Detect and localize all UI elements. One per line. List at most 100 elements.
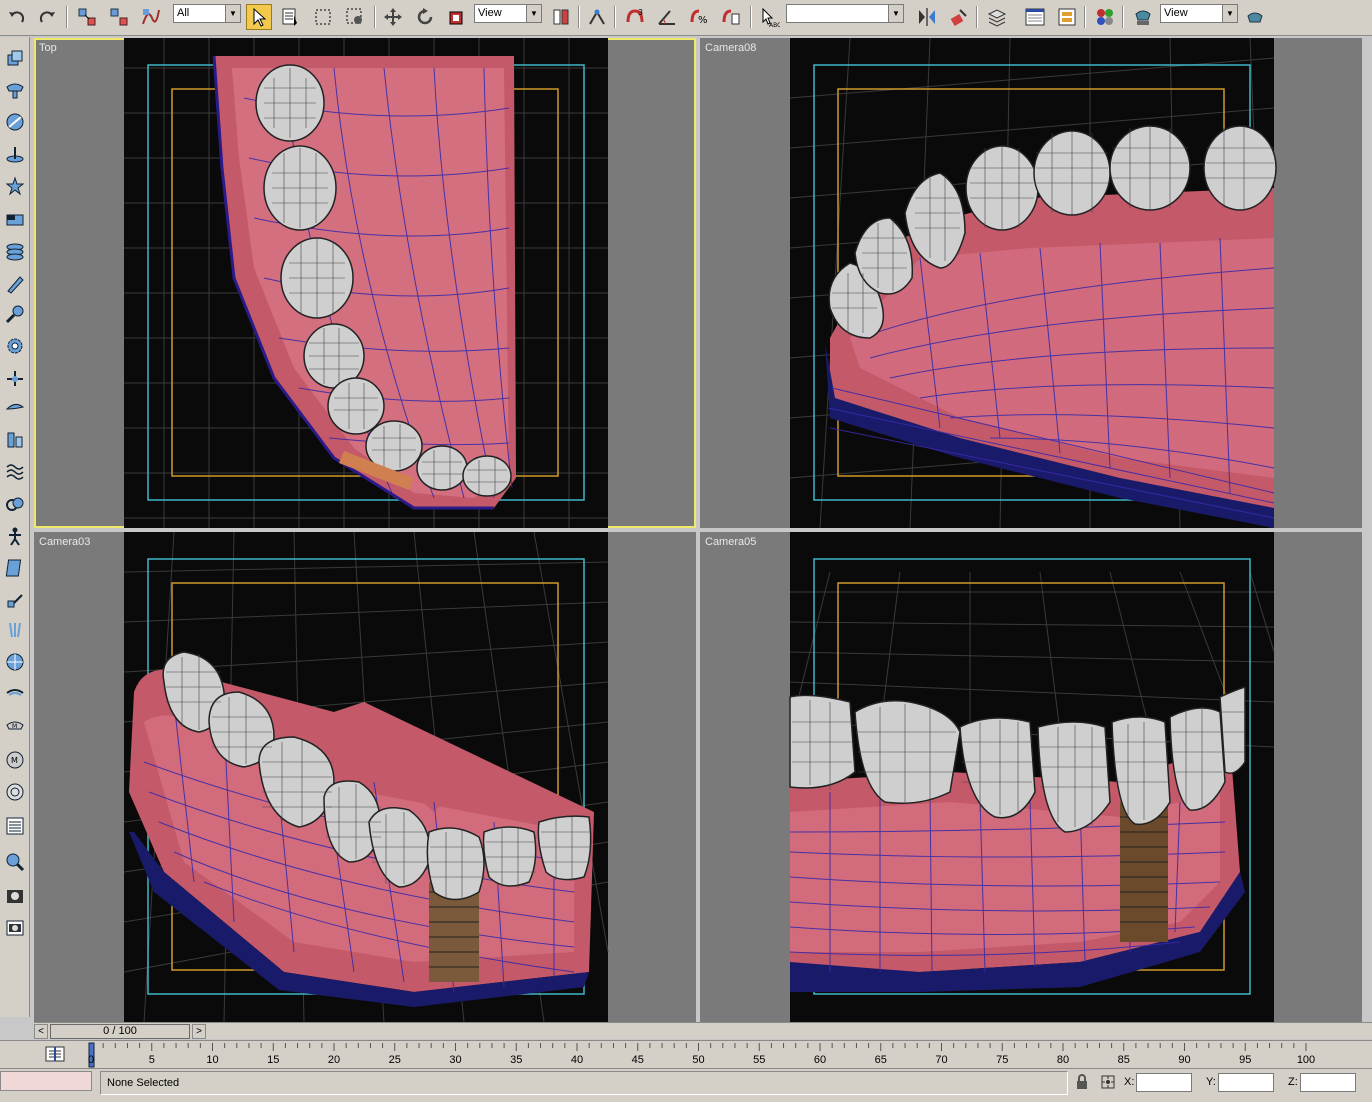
viewport-scene <box>789 38 1277 528</box>
spinner-snap-icon[interactable] <box>718 4 744 30</box>
reference-coord-dropdown[interactable]: View ▼ <box>474 4 542 23</box>
systems-icon[interactable] <box>2 239 28 265</box>
zoom-icon[interactable] <box>2 779 28 805</box>
ruler-label: 65 <box>875 1054 887 1066</box>
material-icon[interactable] <box>2 649 28 675</box>
toolbar-separator <box>1084 6 1086 28</box>
time-slider[interactable]: < 0 / 100 > <box>34 1022 1372 1039</box>
layer-manager-icon[interactable] <box>984 4 1010 30</box>
z-coord-label: Z: <box>1288 1076 1298 1088</box>
video-post-icon[interactable] <box>2 849 28 875</box>
render-frame-icon[interactable] <box>2 883 28 909</box>
track-bar[interactable]: 0 5 10 15 20 25 30 35 40 45 50 55 60 65 70 75 80 85 90 95 10… <box>0 1040 1372 1068</box>
named-selection-dropdown[interactable]: ▼ <box>786 4 904 23</box>
select-and-link-icon[interactable] <box>74 4 100 30</box>
light-tracer-icon[interactable]: M <box>2 715 28 741</box>
particle-icon[interactable] <box>2 523 28 549</box>
viewport-camera05[interactable]: Camera05 <box>700 532 1362 1022</box>
create-geometry-icon[interactable] <box>2 45 28 71</box>
space-warps-icon[interactable] <box>2 207 28 233</box>
ruler-label: 10 <box>206 1054 218 1066</box>
display-icon[interactable] <box>2 365 28 391</box>
bones-icon[interactable] <box>2 457 28 483</box>
curve-editor-icon[interactable] <box>1022 4 1048 30</box>
viewport-label[interactable]: Top <box>39 42 57 54</box>
track-bar-toggle-icon[interactable] <box>44 1045 66 1063</box>
toolbar-separator <box>374 6 376 28</box>
redo-icon[interactable] <box>34 4 60 30</box>
frame-ruler[interactable]: 0 5 10 15 20 25 30 35 40 45 50 55 60 65 70 75 80 85 90 95 10… <box>88 1041 1360 1069</box>
snap-3d-icon[interactable]: 3 <box>622 4 648 30</box>
toolbar-separator <box>976 6 978 28</box>
lock-selection-icon[interactable] <box>1074 1074 1090 1090</box>
select-object-icon[interactable] <box>246 4 272 30</box>
unlink-icon[interactable] <box>106 4 132 30</box>
maxscript-listener[interactable] <box>0 1071 92 1091</box>
undo-icon[interactable] <box>4 4 30 30</box>
x-coord-field[interactable] <box>1136 1073 1192 1092</box>
select-by-name-icon[interactable] <box>278 4 304 30</box>
create-lights-icon[interactable] <box>2 109 28 135</box>
camera-icon[interactable] <box>2 813 28 839</box>
schematic-icon[interactable]: M <box>2 747 28 773</box>
create-cameras-icon[interactable] <box>2 141 28 167</box>
schematic-view-icon[interactable] <box>1054 4 1080 30</box>
selection-status: None Selected <box>100 1071 1068 1095</box>
ruler-label: 50 <box>692 1054 704 1066</box>
chevron-down-icon: ▼ <box>526 5 541 22</box>
hierarchy-icon[interactable] <box>2 301 28 327</box>
toolbar-separator <box>578 6 580 28</box>
edit-named-selection-icon[interactable]: ABC <box>756 4 782 30</box>
select-manipulate-icon[interactable] <box>584 4 610 30</box>
create-helpers-icon[interactable] <box>2 173 28 199</box>
ruler-label: 0 <box>88 1054 94 1066</box>
window-crossing-icon[interactable] <box>342 4 368 30</box>
viewport-label[interactable]: Camera05 <box>705 536 756 548</box>
hair-icon[interactable] <box>2 617 28 643</box>
select-rotate-icon[interactable] <box>412 4 438 30</box>
selection-filter-dropdown[interactable]: All ▼ <box>173 4 241 23</box>
time-slider-next-button[interactable]: > <box>192 1024 206 1039</box>
time-slider-prev-button[interactable]: < <box>34 1024 48 1039</box>
time-slider-thumb[interactable]: 0 / 100 <box>50 1024 190 1039</box>
ruler-label: 45 <box>632 1054 644 1066</box>
render-preset-dropdown[interactable]: View ▼ <box>1160 4 1238 23</box>
y-coord-field[interactable] <box>1218 1073 1274 1092</box>
z-coord-field[interactable] <box>1300 1073 1356 1092</box>
create-shapes-icon[interactable] <box>2 77 28 103</box>
angle-snap-icon[interactable] <box>654 4 680 30</box>
viewport-top[interactable]: Top <box>34 38 696 528</box>
render-setup-icon[interactable] <box>1130 4 1156 30</box>
render-last-icon[interactable] <box>2 915 28 941</box>
svg-text:%: % <box>698 15 708 26</box>
absolute-mode-icon[interactable] <box>1100 1074 1116 1090</box>
quick-render-icon[interactable] <box>1242 4 1268 30</box>
reactor-icon[interactable] <box>2 555 28 581</box>
ruler-label: 60 <box>814 1054 826 1066</box>
object-paint-icon[interactable] <box>2 427 28 453</box>
biped-icon[interactable] <box>2 491 28 517</box>
modify-icon[interactable] <box>2 271 28 297</box>
cloth-icon[interactable] <box>2 587 28 613</box>
svg-text:ABC: ABC <box>769 22 780 28</box>
rectangular-selection-icon[interactable] <box>310 4 336 30</box>
viewport-camera03[interactable]: Camera03 <box>34 532 696 1022</box>
mental-ray-icon[interactable] <box>2 681 28 707</box>
utilities-icon[interactable] <box>2 395 28 421</box>
viewport-camera08[interactable]: Camera08 <box>700 38 1362 528</box>
toolbar-separator <box>750 6 752 28</box>
align-icon[interactable] <box>946 4 972 30</box>
mirror-icon[interactable] <box>914 4 940 30</box>
select-move-icon[interactable] <box>380 4 406 30</box>
viewport-label[interactable]: Camera03 <box>39 536 90 548</box>
motion-icon[interactable] <box>2 333 28 359</box>
viewport-label[interactable]: Camera08 <box>705 42 756 54</box>
bind-space-warp-icon[interactable] <box>138 4 164 30</box>
select-scale-icon[interactable] <box>444 4 470 30</box>
toolbar-separator <box>1122 6 1124 28</box>
ruler-label: 5 <box>149 1054 155 1066</box>
pivot-center-icon[interactable] <box>548 4 574 30</box>
ruler-label: 30 <box>449 1054 461 1066</box>
percent-snap-icon[interactable]: % <box>686 4 712 30</box>
material-editor-icon[interactable] <box>1092 4 1118 30</box>
